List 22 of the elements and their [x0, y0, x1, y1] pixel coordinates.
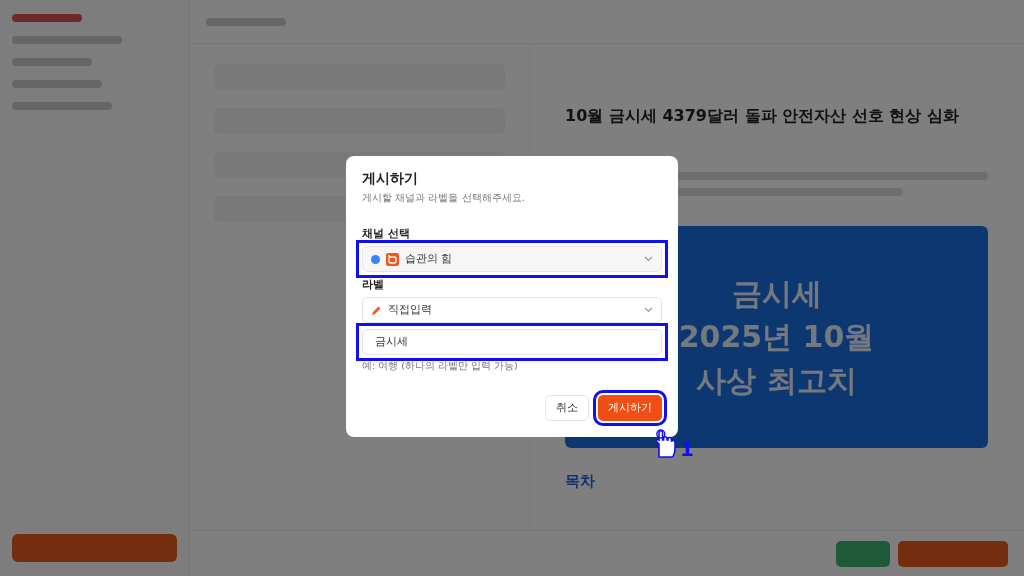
- bottom-button[interactable]: [898, 540, 1008, 567]
- field-label: 라벨: [362, 278, 385, 292]
- blog-icon: [386, 252, 399, 266]
- hint-text: 예: 여행 (하나의 라벨만 입력 가능): [362, 360, 519, 373]
- chevron-down-icon: [644, 307, 653, 313]
- dialog-subtitle: 게시할 채널과 라벨을 선택해주세요.: [362, 191, 526, 205]
- pencil-icon: [371, 304, 382, 316]
- channel-select[interactable]: 습관의 힘: [362, 246, 662, 272]
- label-select[interactable]: 직접입력: [362, 297, 662, 323]
- banner-text: 2025년 10월: [678, 318, 875, 357]
- logo-placeholder: [12, 14, 82, 22]
- banner-text: 사상 최고치: [696, 361, 857, 400]
- bottom-button[interactable]: [836, 540, 890, 567]
- cancel-button[interactable]: 취소: [545, 395, 589, 421]
- dialog-title: 게시하기: [362, 170, 419, 188]
- field-label: 채널 선택: [362, 227, 411, 241]
- status-dot: [371, 254, 380, 264]
- label-input[interactable]: 금시세: [362, 329, 662, 355]
- toc-heading: 목차: [565, 472, 596, 491]
- article-title: 10월 금시세 4379달러 돌파 안전자산 선호 현상 심화: [565, 106, 960, 126]
- banner-text: 금시세: [731, 274, 822, 313]
- chevron-down-icon: [644, 256, 653, 262]
